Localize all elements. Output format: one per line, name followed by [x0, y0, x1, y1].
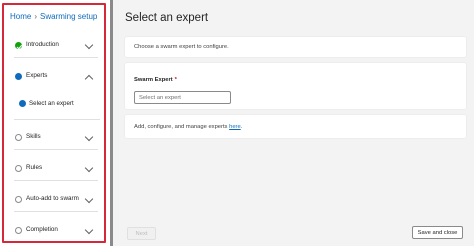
page-title: Select an expert	[125, 12, 209, 24]
step-rules[interactable]: Rules	[8, 159, 100, 181]
divider	[14, 211, 98, 212]
manage-experts-label: Add, configure, and manage experts	[134, 124, 228, 130]
divider	[14, 149, 98, 150]
breadcrumb-current[interactable]: Swarming setup	[40, 12, 97, 21]
divider	[14, 180, 98, 181]
manage-experts-suffix: .	[240, 124, 243, 130]
step-auto-add-to-swarm[interactable]: Auto-add to swarm	[8, 190, 100, 212]
substep-select-expert[interactable]: Select an expert	[17, 99, 97, 109]
swarm-expert-label-text: Swarm Expert	[134, 77, 173, 83]
divider	[14, 57, 98, 58]
chevron-down-icon[interactable]	[84, 132, 94, 142]
substep-label: Select an expert	[29, 100, 74, 107]
breadcrumb: Home › Swarming setup	[10, 12, 97, 21]
main-panel: Select an expert Choose a swarm expert t…	[113, 0, 474, 246]
next-button[interactable]: Next	[127, 227, 156, 240]
step-label: Experts	[26, 72, 48, 79]
chevron-up-icon[interactable]	[84, 74, 94, 84]
step-label: Skills	[26, 133, 41, 140]
intro-card: Choose a swarm expert to configure.	[125, 37, 466, 57]
intro-text: Choose a swarm expert to configure.	[134, 44, 229, 50]
save-and-close-button[interactable]: Save and close	[412, 226, 463, 239]
step-completion[interactable]: Completion	[8, 221, 100, 243]
empty-circle-icon	[15, 165, 22, 172]
chevron-right-icon: ›	[34, 12, 38, 21]
swarm-expert-dropdown[interactable]	[134, 91, 231, 104]
manage-experts-text: Add, configure, and manage experts here.	[134, 124, 242, 130]
manage-experts-card: Add, configure, and manage experts here.	[125, 115, 466, 138]
breadcrumb-home-link[interactable]: Home	[10, 12, 31, 21]
step-label: Rules	[26, 164, 43, 171]
required-marker: *	[174, 77, 177, 83]
step-label: Completion	[26, 226, 58, 233]
chevron-down-icon[interactable]	[84, 40, 94, 50]
current-step-icon	[15, 73, 22, 80]
step-label: Introduction	[26, 41, 59, 48]
step-experts[interactable]: Experts	[8, 67, 100, 89]
swarm-expert-label: Swarm Expert *	[134, 77, 177, 83]
checkmark-circle-icon	[15, 42, 22, 49]
chevron-down-icon[interactable]	[84, 194, 94, 204]
empty-circle-icon	[15, 227, 22, 234]
step-label: Auto-add to swarm	[26, 195, 79, 202]
current-substep-icon	[19, 100, 26, 107]
step-introduction[interactable]: Introduction	[8, 36, 100, 58]
chevron-down-icon[interactable]	[84, 225, 94, 235]
chevron-down-icon[interactable]	[84, 163, 94, 173]
step-skills[interactable]: Skills	[8, 128, 100, 150]
divider	[14, 119, 100, 120]
empty-circle-icon	[15, 134, 22, 141]
wizard-sidebar: Home › Swarming setup Introduction Experts…	[0, 0, 110, 246]
expert-select-card: Swarm Expert *	[125, 63, 466, 109]
empty-circle-icon	[15, 196, 22, 203]
manage-experts-link[interactable]: here	[229, 124, 241, 130]
